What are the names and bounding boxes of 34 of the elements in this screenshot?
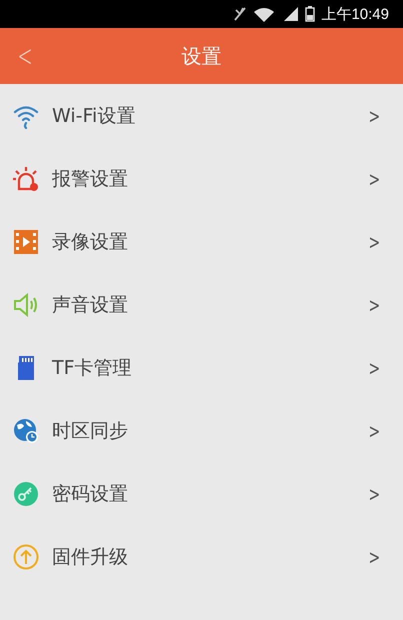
wifi-signal-icon — [253, 6, 276, 22]
row-label: 固件升级 — [52, 544, 129, 570]
chevron: > — [368, 482, 380, 506]
film-icon — [12, 228, 40, 256]
chevron: > — [368, 356, 380, 380]
row-label: 录像设置 — [52, 230, 129, 254]
mute-icon — [233, 6, 248, 22]
chevron: > — [368, 418, 380, 442]
alarm-light-icon — [12, 164, 40, 192]
row-label: Wi-Fi设置 — [52, 104, 136, 128]
chevron: > — [368, 230, 380, 254]
battery-icon — [305, 6, 316, 22]
key-icon — [12, 480, 40, 508]
settings-row[interactable]: TF卡管理 > — [0, 336, 403, 399]
speaker-icon — [12, 290, 40, 318]
settings-row[interactable]: 声音设置 > — [0, 273, 403, 336]
settings-row[interactable]: 密码设置 > — [0, 462, 403, 525]
settings-row[interactable]: 时区同步 > — [0, 399, 403, 462]
row-label: 报警设置 — [52, 166, 129, 192]
row-label: TF卡管理 — [52, 356, 133, 380]
globe-clock-icon — [12, 416, 40, 444]
chevron: > — [368, 104, 380, 128]
row-label: 时区同步 — [52, 418, 129, 444]
settings-row[interactable]: 录像设置 > — [0, 210, 403, 273]
settings-row[interactable]: 固件升级 > — [0, 525, 403, 588]
row-label: 密码设置 — [52, 482, 129, 506]
chevron: > — [368, 544, 380, 568]
chevron: > — [368, 292, 380, 316]
page-title: 设置 — [182, 42, 222, 70]
settings-row[interactable]: Wi-Fi设置 > — [0, 84, 403, 147]
chevron: > — [368, 166, 380, 190]
settings-row[interactable]: 报警设置 > — [0, 147, 403, 210]
status-time: 上午10:49 — [321, 4, 389, 24]
row-label: 声音设置 — [52, 292, 129, 318]
